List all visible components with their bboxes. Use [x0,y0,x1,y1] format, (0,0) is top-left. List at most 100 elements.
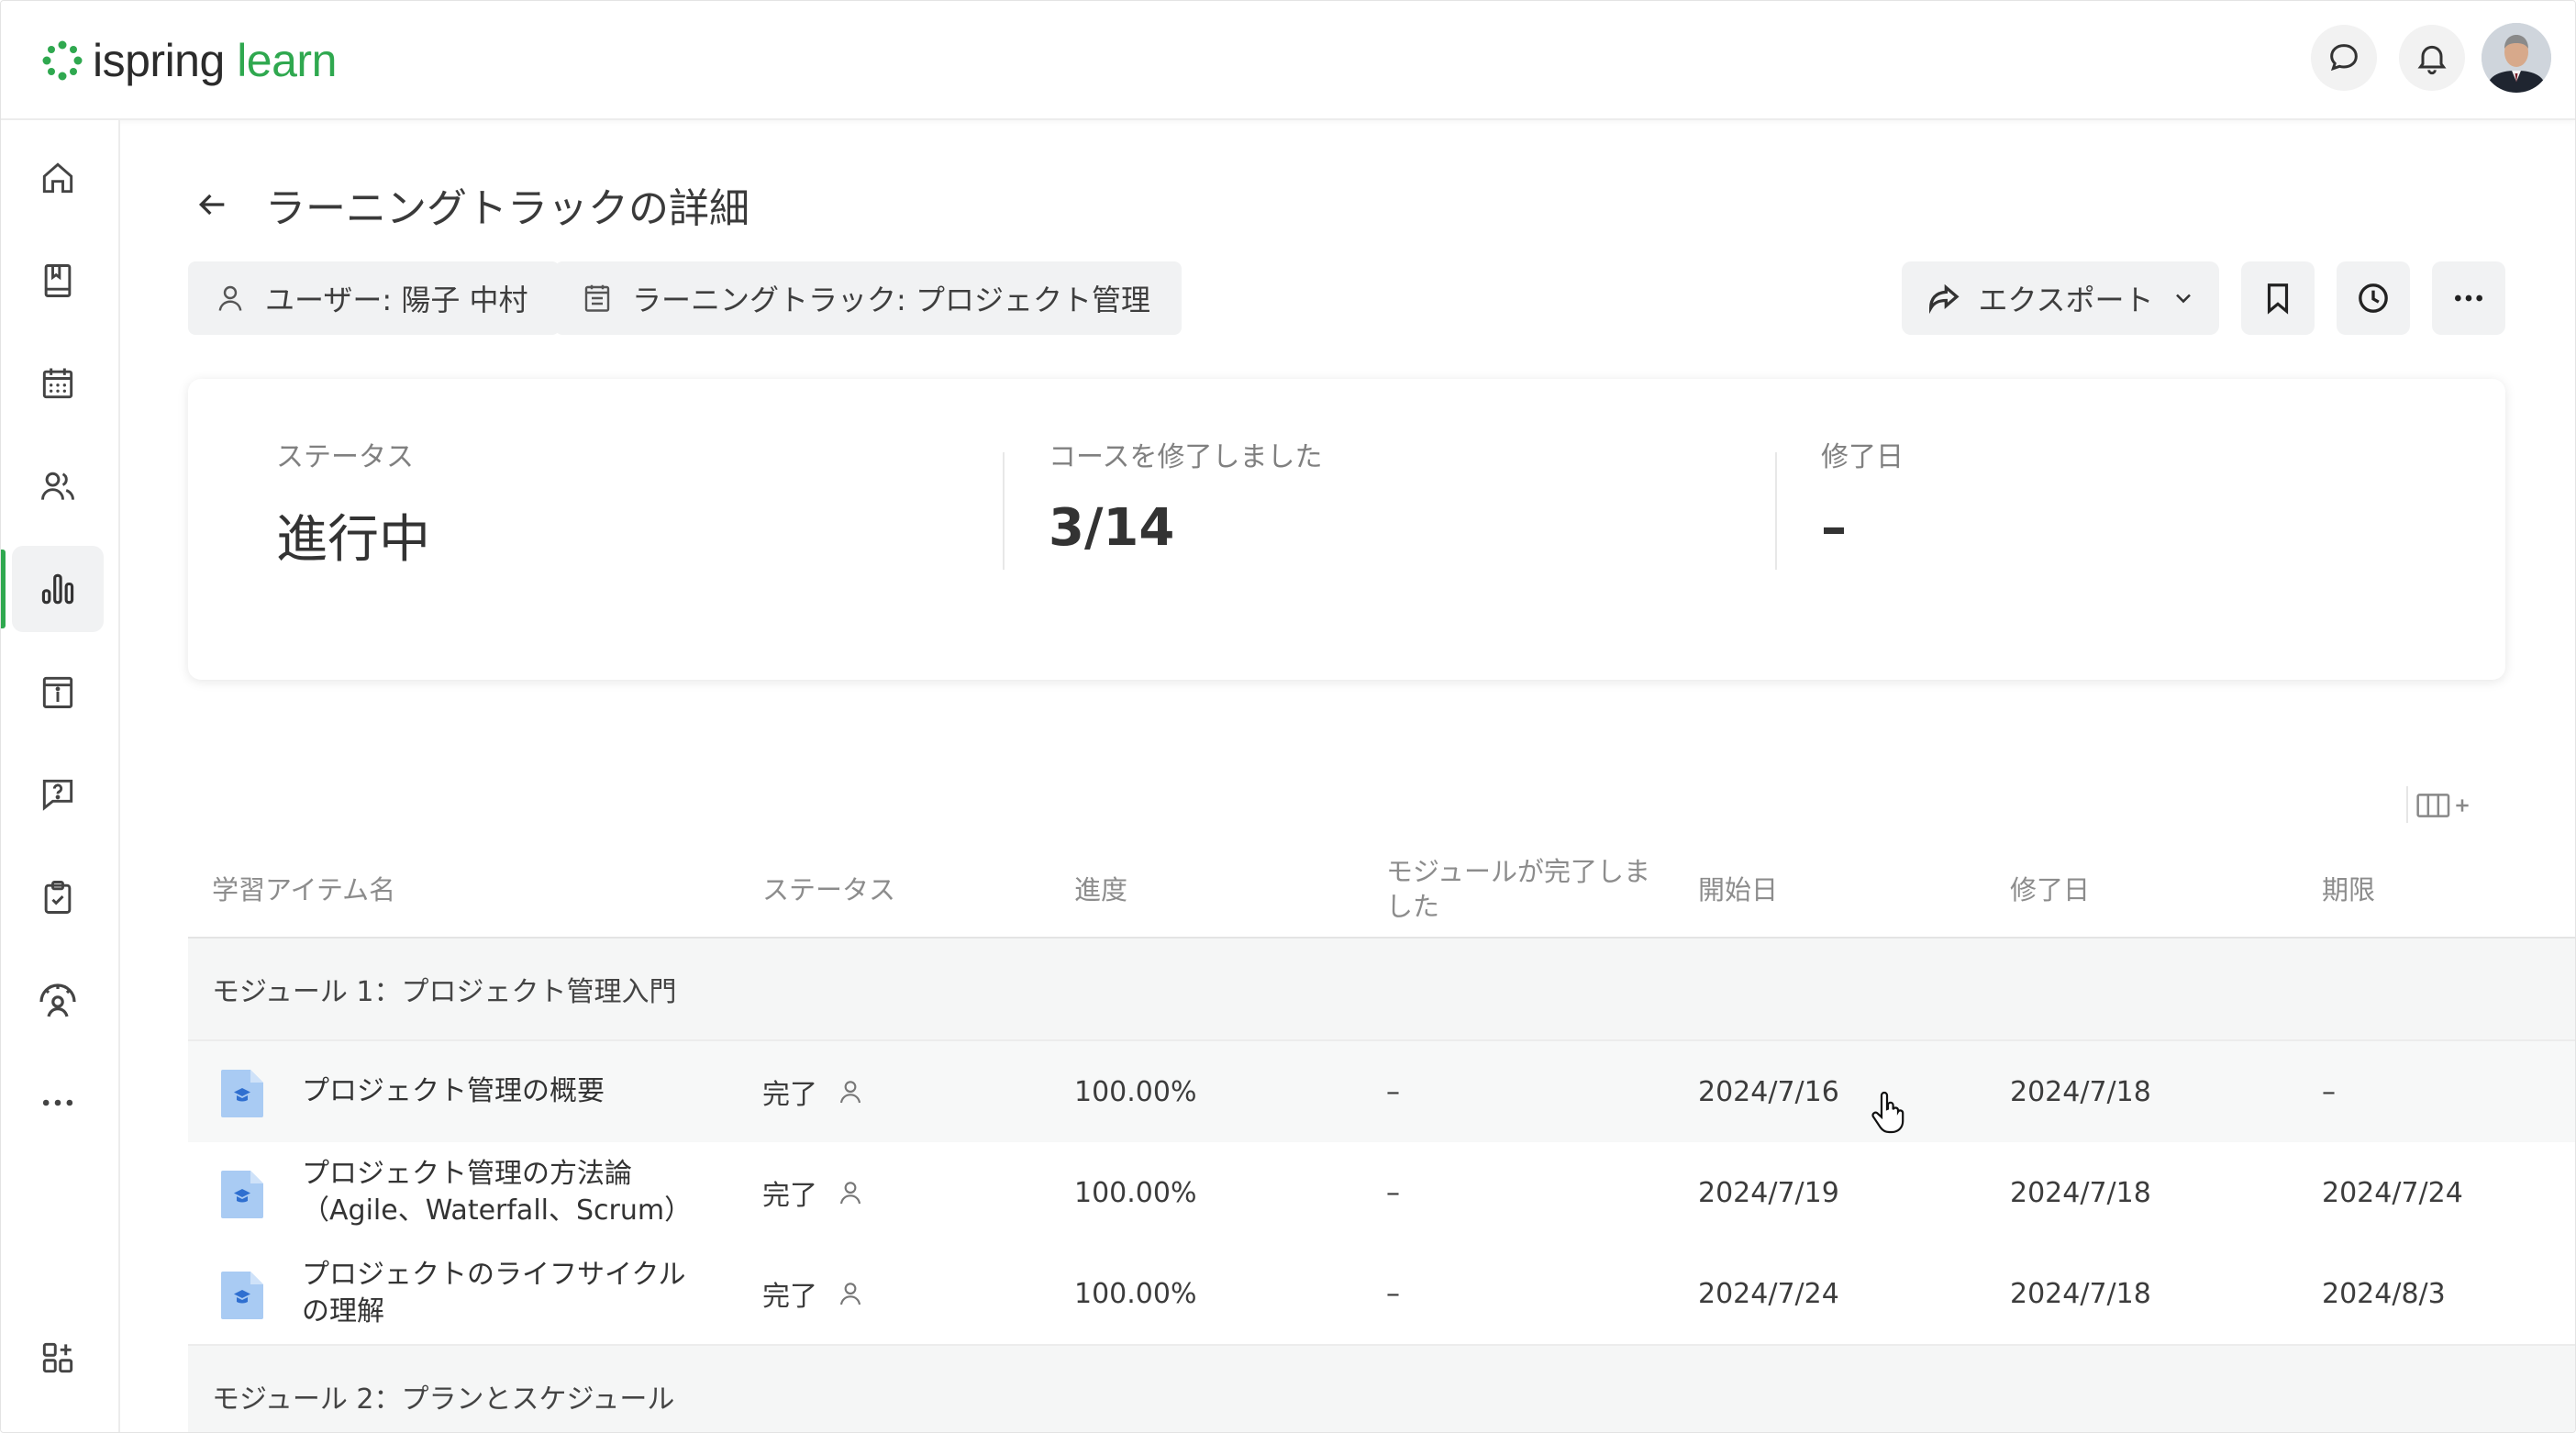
progress-cell: 100.00% [1074,1176,1197,1209]
table-row[interactable]: プロジェクト管理の概要 完了 100.00% – 2024/7/16 2024/… [188,1041,2575,1144]
course-file-icon [221,1272,263,1319]
status-text: 完了 [762,1281,817,1313]
main-content: ラーニングトラックの詳細 ユーザー: 陽子 中村 ラーニングトラック: プロジェ… [120,120,2575,1432]
completion-stat-label: 修了日 [1821,441,1904,473]
calendar-icon [42,368,73,399]
reports-icon [41,573,74,605]
info-calendar-icon [42,676,73,708]
users-icon [41,472,74,500]
user-photo [2482,23,2551,93]
filter-user-chip[interactable]: ユーザー: 陽子 中村 [188,261,560,335]
back-button[interactable] [186,179,238,230]
course-file-icon [221,1070,263,1117]
module-done-cell: – [1386,1176,1400,1209]
item-name[interactable]: プロジェクトのライフサイクル の理解 [302,1243,686,1344]
filter-track-label: ラーニングトラック: プロジェクト管理 [632,283,1150,317]
completion-stat: 修了日 – [1821,434,1904,558]
courses-stat-label: コースを修了しました [1049,441,1323,473]
due-date-cell: – [2322,1075,2336,1108]
logo-text-learn: learn [237,35,337,86]
table-row[interactable]: プロジェクト管理の方法論 （Agile、Waterfall、Scrum） 完了 … [188,1142,2575,1245]
avatar[interactable] [2482,23,2551,93]
bookmark-button[interactable] [2241,261,2315,335]
page-title: ラーニングトラックの詳細 [265,185,749,232]
table-row[interactable]: プロジェクトのライフサイクル の理解 完了 100.00% – 2024/7/2… [188,1243,2575,1346]
apps-add-icon [42,1342,73,1373]
progress-cell: 100.00% [1074,1277,1197,1310]
clock-icon [2359,283,2388,313]
item-name-line1: プロジェクト管理の方法論 [302,1158,632,1190]
hand-cursor-icon [1871,1091,1904,1134]
column-header-name[interactable]: 学習アイテム名 [212,872,395,907]
chevron-down-icon [2175,294,2191,304]
due-date-cell: 2024/8/3 [2322,1277,2446,1310]
divider [2406,786,2408,823]
more-actions-button[interactable] [2432,261,2505,335]
sidebar-item-tasks[interactable] [12,854,104,940]
module-group-title: モジュール 1：プロジェクト管理入門 [212,976,677,1008]
sidebar-item-library[interactable] [12,238,104,324]
table-header: 学習アイテム名 ステータス 進度 モジュールが完了しま した 開始日 修了日 期… [188,845,2575,939]
sidebar-item-reports[interactable] [1,546,104,632]
user-icon [839,1081,861,1104]
sidebar-item-more[interactable] [12,1060,104,1146]
column-header-start[interactable]: 開始日 [1698,872,1778,907]
chat-button[interactable] [2311,25,2377,91]
completed-date-cell: 2024/7/18 [2010,1277,2151,1310]
clipboard-check-icon [44,881,72,914]
app-window: ispring learn ラーニングトラックの詳細 ユーザー: 陽子 中村 ラ… [0,0,2576,1433]
status-stat: ステータス 進行中 [276,434,430,572]
status-stat-value: 進行中 [276,510,430,570]
completion-stat-value: – [1821,498,1847,558]
module-group-row[interactable]: モジュール 2：プランとスケジュール [188,1346,2575,1432]
arrow-left-icon [198,194,225,216]
filter-user-label: ユーザー: 陽子 中村 [265,283,528,317]
notifications-button[interactable] [2399,25,2465,91]
status-text: 完了 [762,1180,817,1212]
column-header-module-done-line2: した [1386,891,1440,922]
sidebar-item-calendar[interactable] [12,340,104,427]
title-row: ラーニングトラックの詳細 [186,168,749,241]
courses-stat-value: 3/14 [1049,498,1175,558]
item-name[interactable]: プロジェクト管理の方法論 （Agile、Waterfall、Scrum） [302,1142,692,1243]
column-header-module-done[interactable]: モジュールが完了しま した [1386,854,1650,924]
gauge-user-icon [39,983,76,1017]
top-bar: ispring learn [1,1,2575,120]
item-name-line2: （Agile、Waterfall、Scrum） [302,1194,693,1227]
column-settings-button[interactable] [2412,783,2476,828]
sidebar-item-home[interactable] [12,135,104,221]
status-stat-label: ステータス [276,441,414,473]
filter-track-chip[interactable]: ラーニングトラック: プロジェクト管理 [555,261,1182,335]
module-group-row[interactable]: モジュール 1：プロジェクト管理入門 [188,939,2575,1041]
status-cell: 完了 [762,1243,865,1344]
sidebar-item-users[interactable] [12,443,104,529]
divider [1775,452,1777,570]
column-header-completed[interactable]: 修了日 [2010,872,2090,907]
module-group-title: モジュール 2：プランとスケジュール [212,1383,675,1416]
bell-icon [2417,45,2447,75]
share-arrow-icon [1929,283,1960,315]
sidebar-item-events[interactable] [12,649,104,735]
more-icon [42,1099,73,1106]
sidebar-item-questions[interactable] [12,751,104,838]
start-date-cell: 2024/7/24 [1698,1277,1839,1310]
summary-card: ステータス 進行中 コースを修了しました 3/14 修了日 – [188,379,2505,680]
logo-spark-icon [42,40,83,81]
sidebar-item-performance[interactable] [12,957,104,1043]
status-cell: 完了 [762,1041,865,1142]
user-icon [839,1182,861,1205]
column-header-module-done-line1: モジュールが完了しま [1386,856,1650,887]
item-name[interactable]: プロジェクト管理の概要 [302,1041,605,1142]
history-button[interactable] [2337,261,2410,335]
status-cell: 完了 [762,1142,865,1243]
logo-text-ispring: ispring [93,35,225,86]
export-button[interactable]: エクスポート [1902,261,2219,335]
column-header-status[interactable]: ステータス [762,872,895,907]
ellipsis-icon [2455,294,2482,302]
divider [1003,452,1005,570]
column-header-progress[interactable]: 進度 [1074,872,1127,907]
column-header-due[interactable]: 期限 [2322,872,2375,907]
user-icon [839,1283,861,1305]
sidebar-item-apps[interactable] [12,1315,104,1401]
ispring-learn-logo[interactable]: ispring learn [41,28,337,93]
